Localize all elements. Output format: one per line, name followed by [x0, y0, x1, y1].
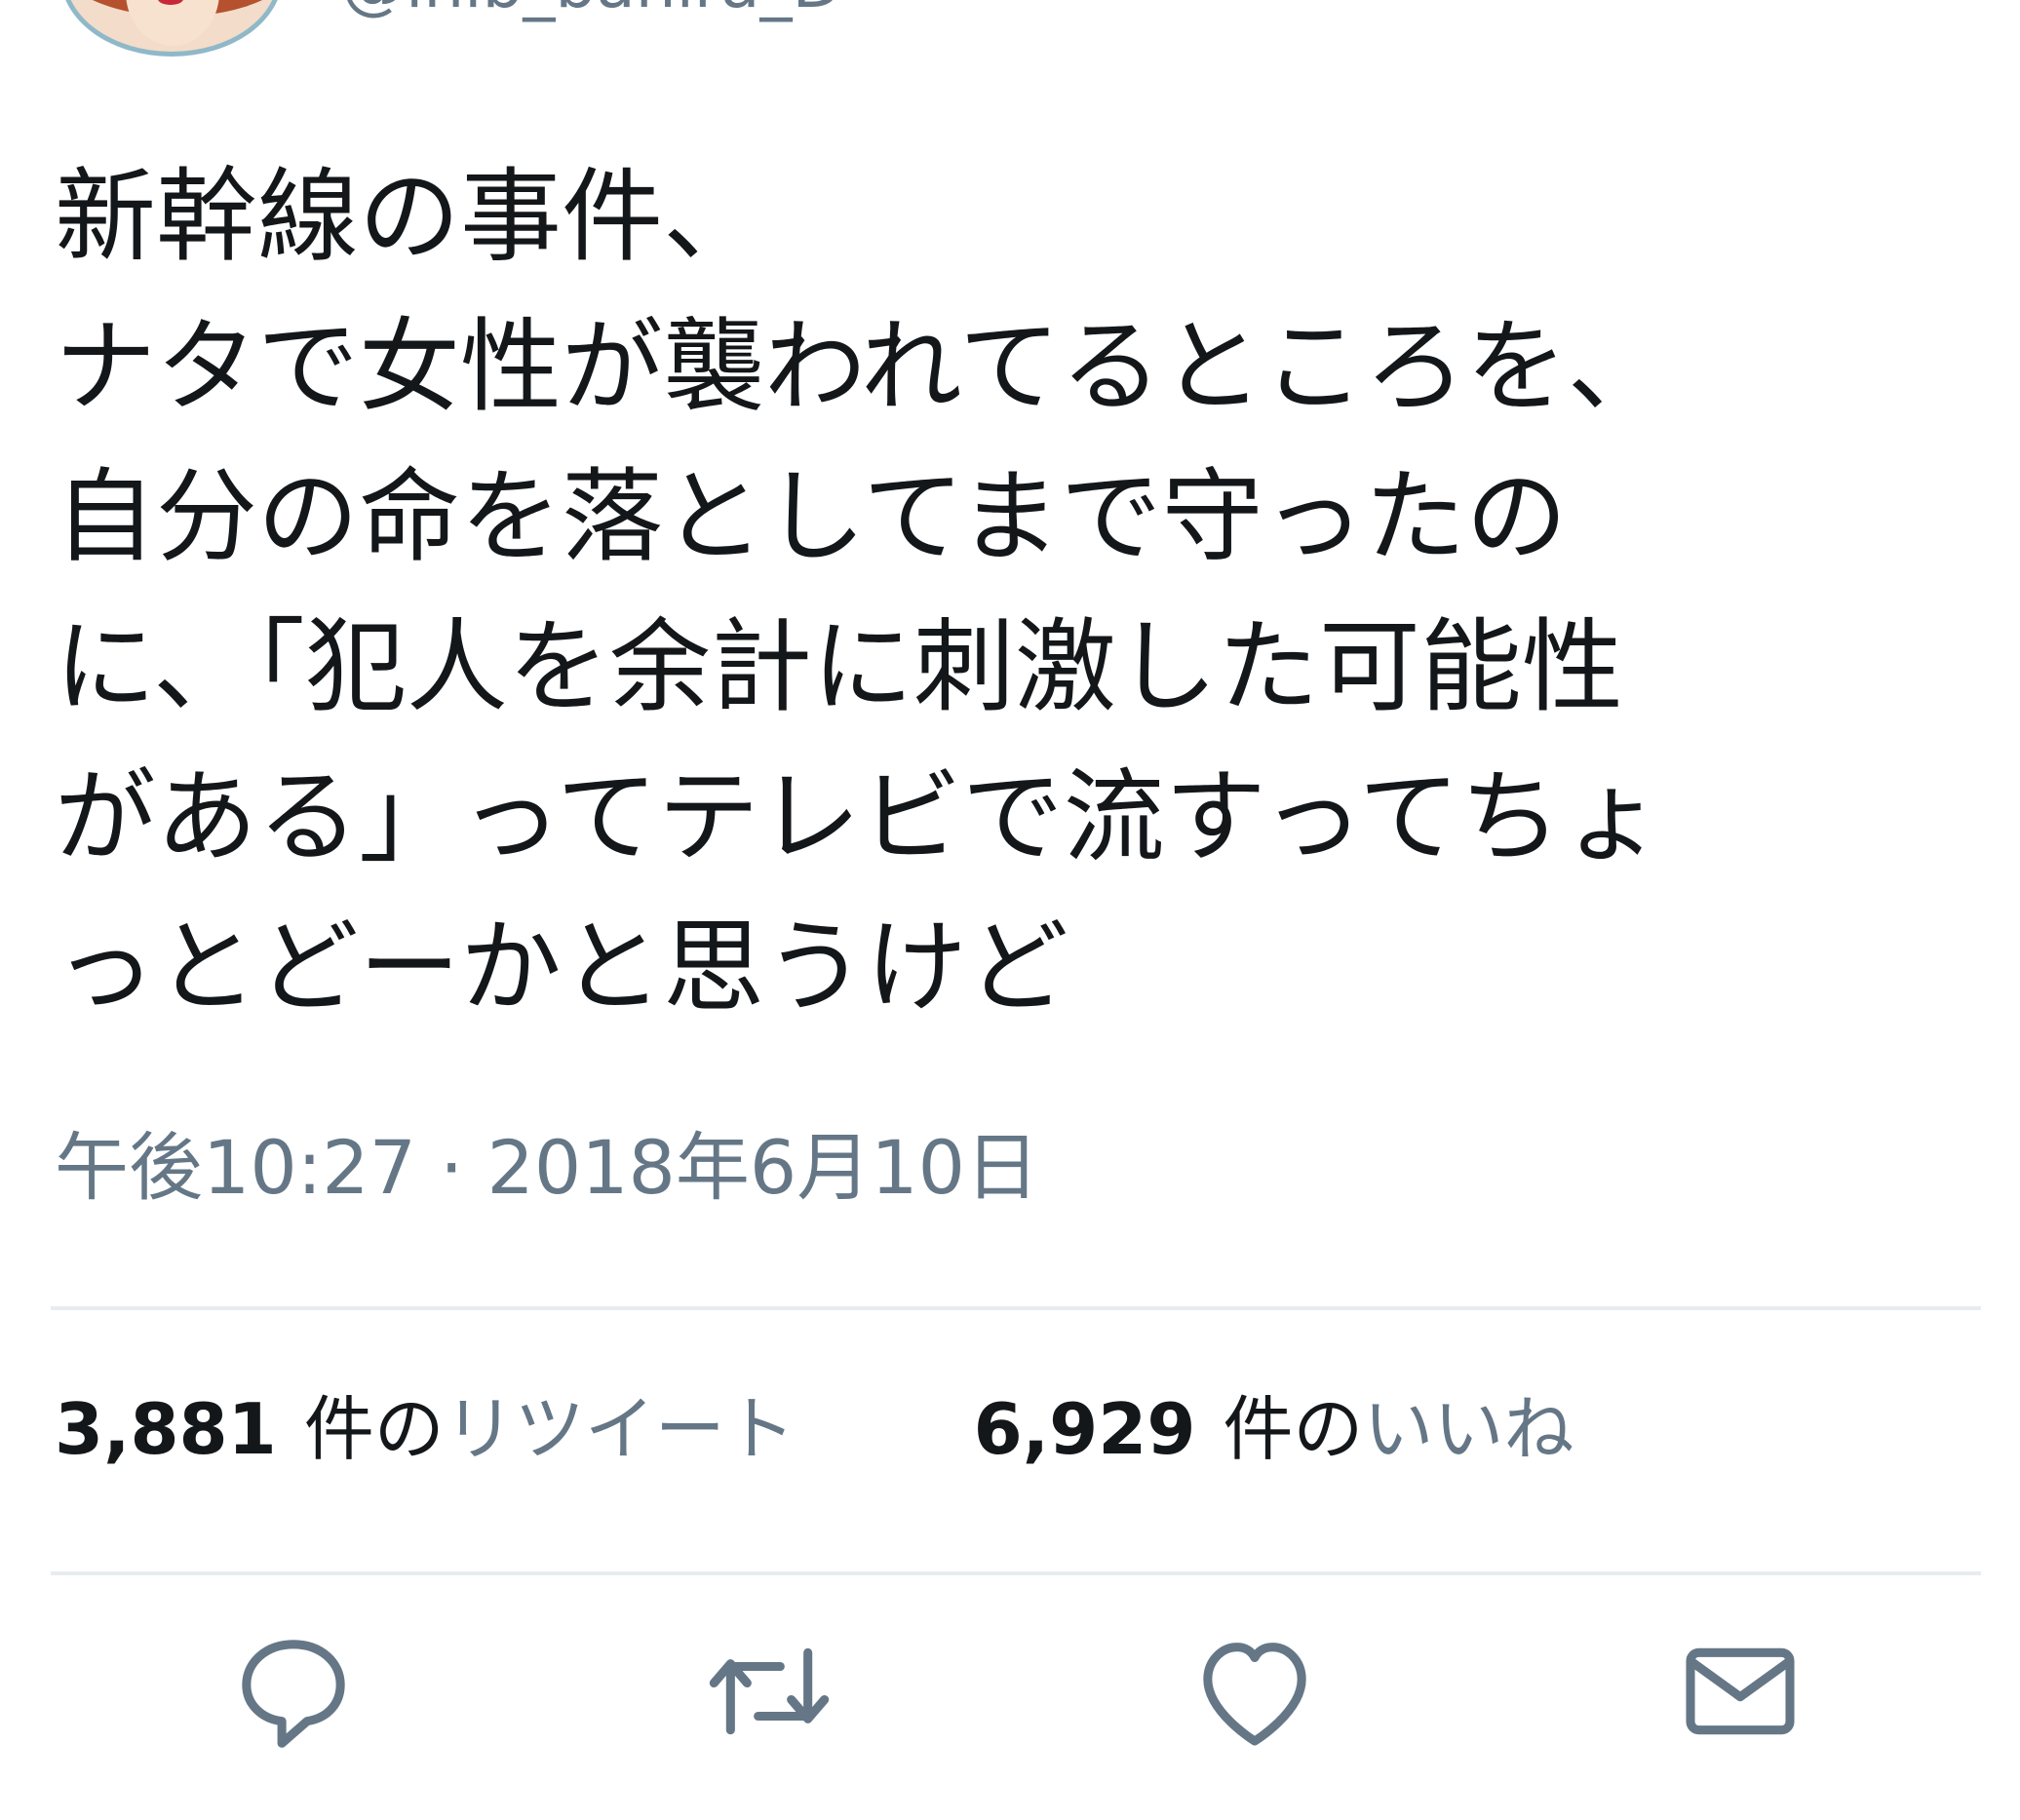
tweet-line: 自分の命を落としてまで守ったの [55, 457, 1568, 576]
like-count: 6,929 [973, 1388, 1196, 1470]
like-count-stat[interactable]: 6,929 件のいいね [974, 1394, 1574, 1464]
tweet-line: がある」ってテレビで流すってちょ [55, 757, 1663, 876]
user-handle[interactable]: @inib_banira_D [341, 0, 841, 18]
avatar[interactable] [60, 0, 283, 57]
retweet-icon [709, 1647, 830, 1735]
tweet-line: 新幹線の事件、 [55, 157, 765, 276]
retweet-label: リツイート [444, 1388, 796, 1470]
heart-icon [1203, 1643, 1306, 1746]
like-label: いいね [1363, 1388, 1574, 1470]
action-bar [0, 1618, 2020, 1764]
reply-icon [242, 1640, 345, 1748]
retweet-unit: 件の [303, 1388, 445, 1470]
tweet-line: っとどーかと思うけど [55, 908, 1069, 1026]
engagement-stats: 3,881 件のリツイート 6,929 件のいいね [55, 1394, 1729, 1464]
reply-button[interactable] [220, 1618, 367, 1764]
retweet-count: 3,881 [55, 1388, 277, 1470]
divider [51, 1571, 1981, 1575]
retweet-count-stat[interactable]: 3,881 件のリツイート [55, 1394, 796, 1464]
tweet-timestamp[interactable]: 午後10:27 · 2018年6月10日 [55, 1131, 1039, 1205]
tweet-text: 新幹線の事件、 ナタで女性が襲われてるところを、 自分の命を落としてまで守ったの… [55, 141, 1965, 1042]
like-button[interactable] [1182, 1618, 1328, 1764]
envelope-icon [1686, 1647, 1795, 1735]
divider [51, 1306, 1981, 1310]
share-button[interactable] [1667, 1618, 1813, 1764]
retweet-button[interactable] [696, 1618, 842, 1764]
avatar-face [126, 0, 219, 46]
like-unit: 件の [1223, 1388, 1364, 1470]
tweet-line: ナタで女性が襲われてるところを、 [55, 307, 1669, 426]
tweet-line: に、「犯人を余計に刺激した可能性 [55, 607, 1623, 726]
